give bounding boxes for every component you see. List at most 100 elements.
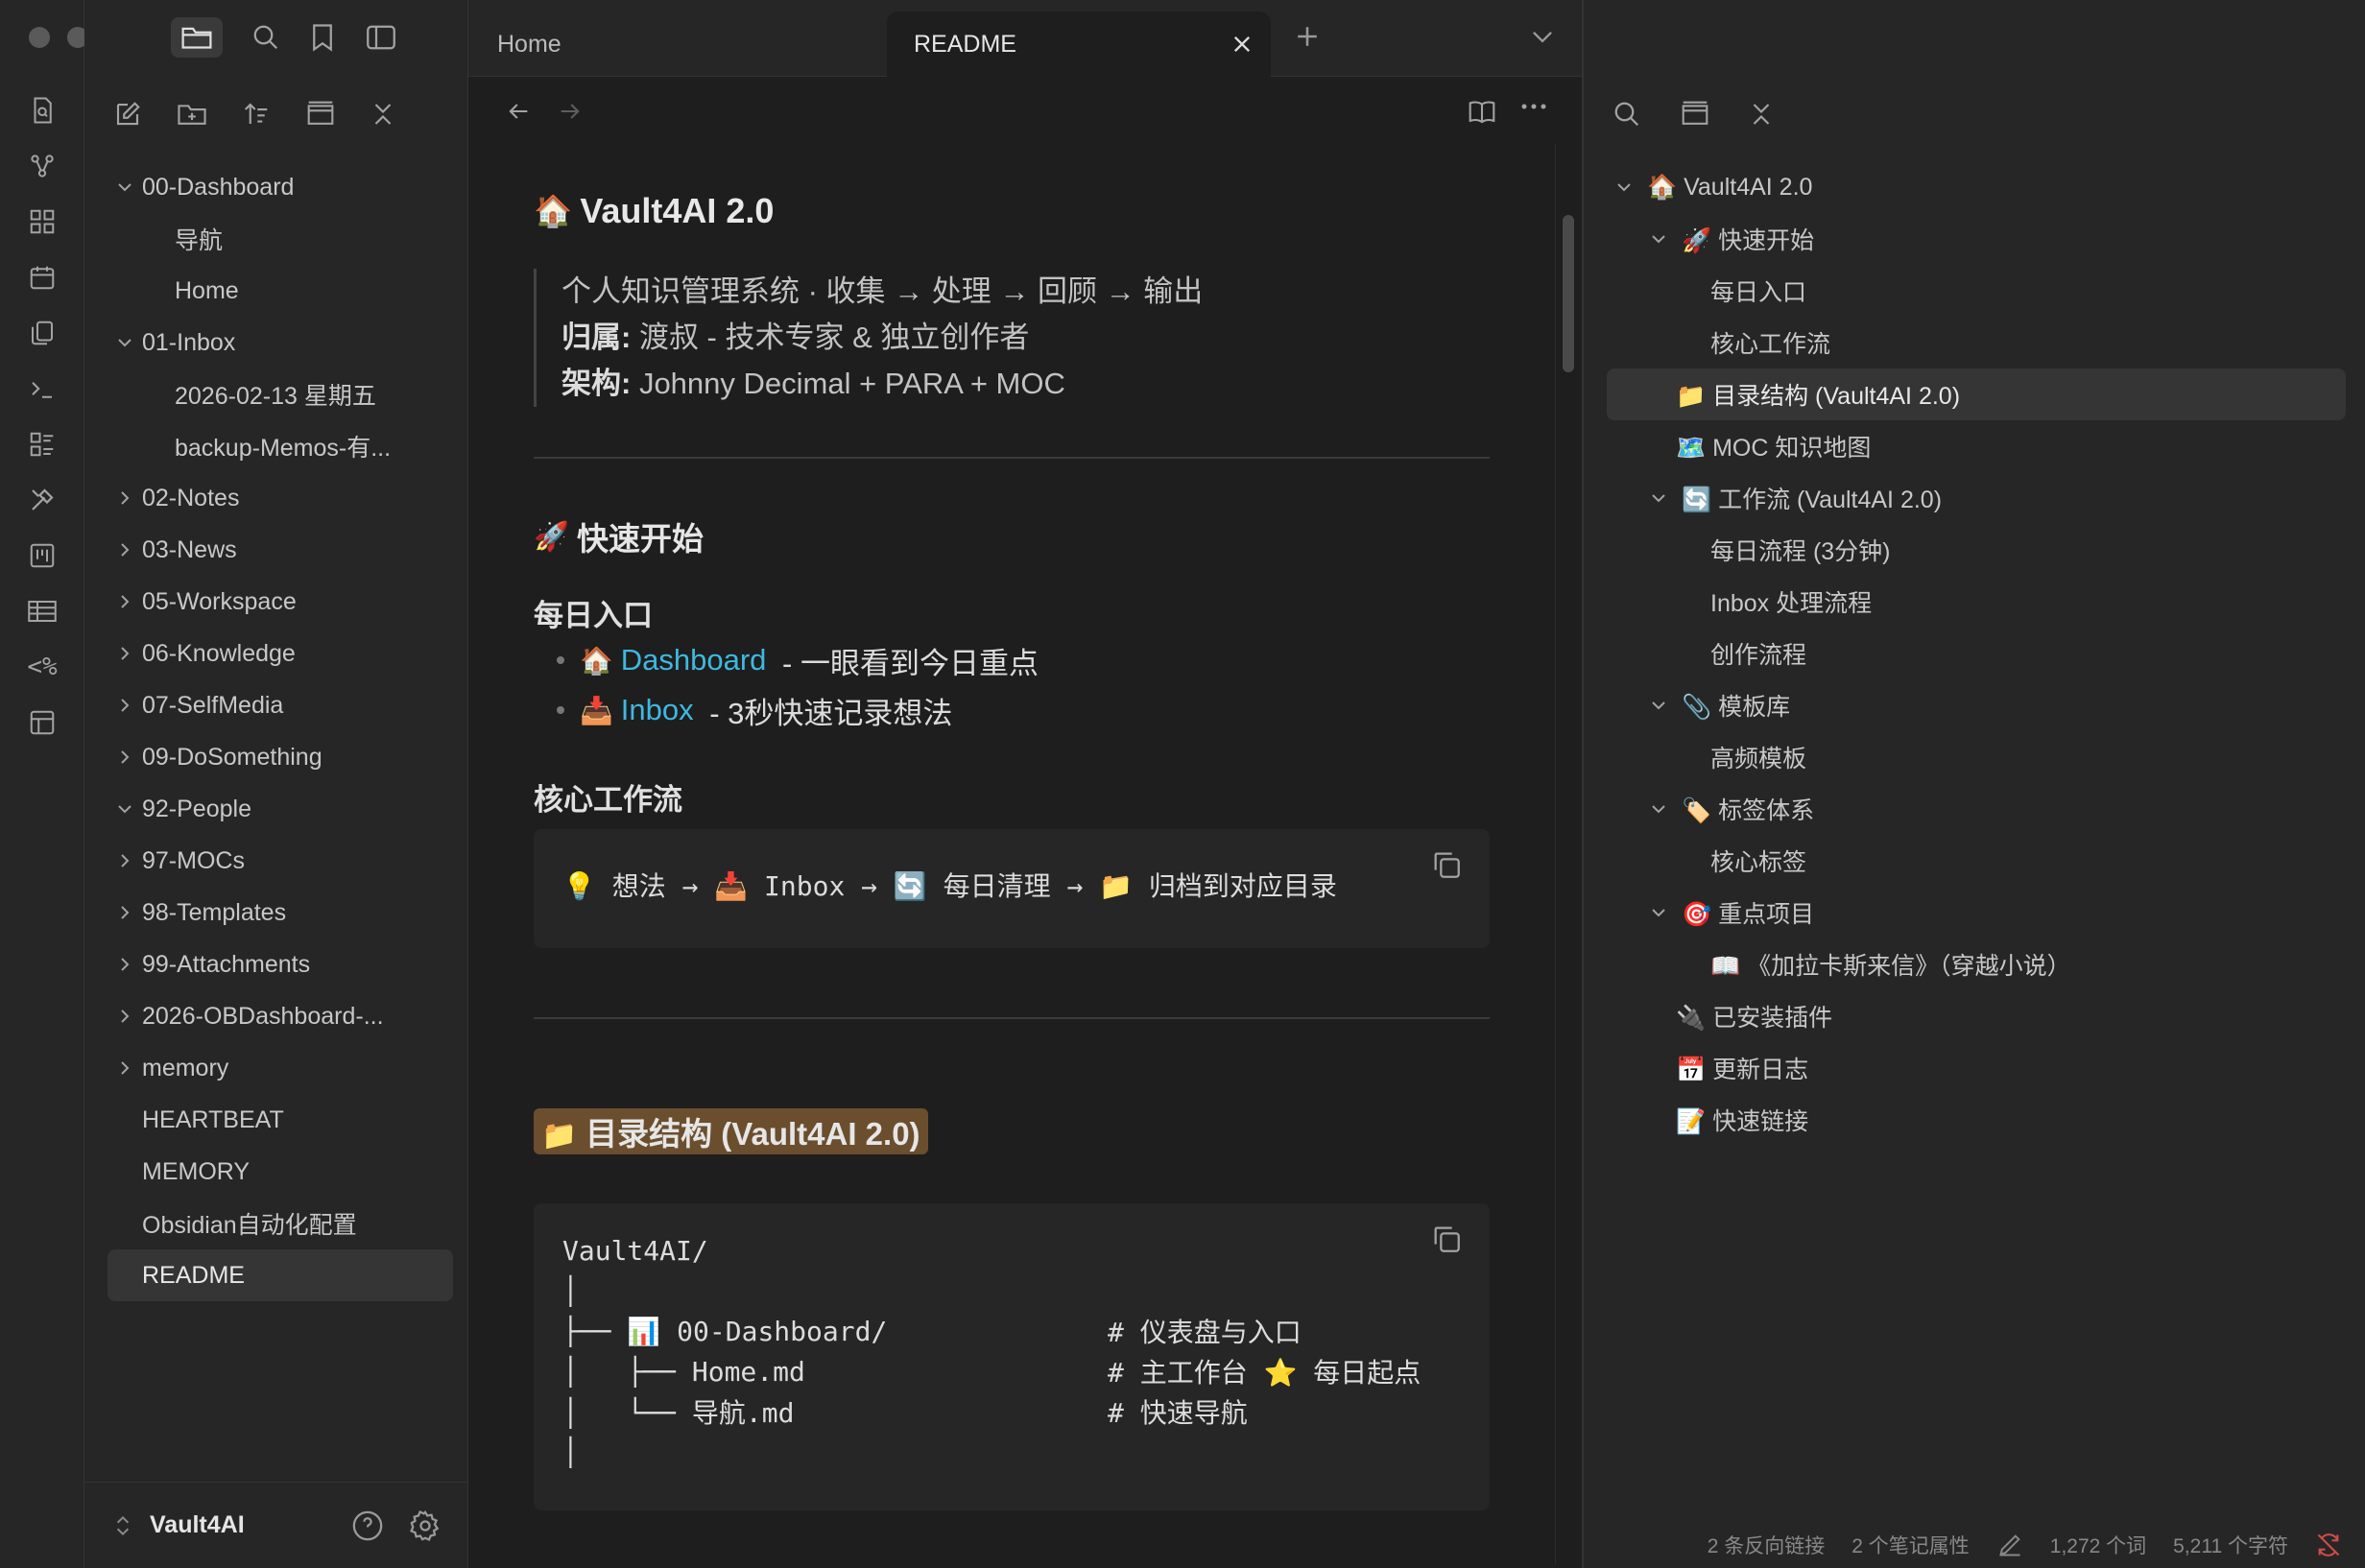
backlinks-count[interactable]: 2 条反向链接 (1708, 1531, 1826, 1559)
outline-heading-item[interactable]: 🚀 快速开始 (1607, 213, 2346, 265)
chevron-down-icon[interactable] (1641, 799, 1676, 819)
folder-item[interactable]: 00-Dashboard (108, 161, 453, 213)
sort-icon[interactable] (242, 100, 271, 129)
file-item[interactable]: 导航 (108, 213, 453, 265)
chevron-down-icon[interactable] (1641, 903, 1676, 922)
tab-home[interactable]: Home (497, 12, 910, 77)
settings-gear-icon[interactable] (409, 1509, 442, 1542)
chevron-right-icon[interactable] (108, 903, 142, 922)
tools-icon[interactable] (28, 486, 57, 514)
chevron-right-icon[interactable] (108, 851, 142, 870)
folder-item[interactable]: 06-Knowledge (108, 628, 453, 679)
sync-off-icon[interactable] (2315, 1532, 2342, 1558)
bookmark-icon[interactable] (309, 23, 336, 52)
graph-view-icon[interactable] (28, 152, 57, 180)
search-icon[interactable] (251, 23, 280, 52)
help-icon[interactable] (351, 1509, 384, 1542)
file-item[interactable]: Home (108, 265, 453, 317)
layout-icon[interactable] (28, 708, 57, 737)
kanban-icon[interactable] (28, 541, 57, 570)
close-window-button[interactable] (29, 27, 50, 48)
list-icon[interactable] (28, 430, 57, 459)
outline-heading-item[interactable]: 🔌 已安装插件 (1607, 990, 2346, 1042)
close-x-icon[interactable] (370, 100, 395, 129)
copy-icon[interactable] (1430, 848, 1463, 881)
chevron-down-icon[interactable] (1607, 178, 1641, 197)
outline-heading-item[interactable]: 🏷️ 标签体系 (1607, 783, 2346, 835)
file-item[interactable]: HEARTBEAT (108, 1094, 453, 1146)
search-icon[interactable] (1612, 100, 1641, 129)
new-note-icon[interactable] (113, 100, 142, 129)
sidebar-toggle-icon[interactable] (365, 23, 397, 52)
folder-item[interactable]: 98-Templates (108, 887, 453, 938)
canvas-icon[interactable] (28, 207, 57, 236)
folder-item[interactable]: 99-Attachments (108, 938, 453, 990)
outline-heading-item[interactable]: 🗺️ MOC 知识地图 (1607, 420, 2346, 472)
outline-heading-item[interactable]: Inbox 处理流程 (1607, 576, 2346, 628)
file-item[interactable]: MEMORY (108, 1146, 453, 1198)
file-item[interactable]: 2026-02-13 星期五 (108, 368, 453, 420)
chevron-right-icon[interactable] (108, 1007, 142, 1026)
outline-heading-item[interactable]: 📝 快速链接 (1607, 1094, 2346, 1146)
chevron-right-icon[interactable] (108, 644, 142, 663)
folder-item[interactable]: 2026-OBDashboard-... (108, 990, 453, 1042)
folder-item[interactable]: 09-DoSomething (108, 731, 453, 783)
table-icon[interactable] (26, 597, 59, 626)
folder-item[interactable]: 03-News (108, 524, 453, 576)
folder-item[interactable]: 01-Inbox (108, 317, 453, 368)
outline-heading-item[interactable]: 🎯 重点项目 (1607, 887, 2346, 938)
new-folder-icon[interactable] (177, 100, 207, 129)
folder-item[interactable]: 97-MOCs (108, 835, 453, 887)
chevron-updown-icon[interactable] (113, 1513, 132, 1538)
templates-icon[interactable] (28, 319, 57, 347)
forward-arrow-icon[interactable] (557, 98, 584, 125)
chevron-down-icon[interactable] (108, 333, 142, 352)
folder-item[interactable]: 02-Notes (108, 472, 453, 524)
collapse-all-icon[interactable] (1680, 100, 1710, 129)
more-options-icon[interactable] (1520, 102, 1547, 111)
chevron-down-icon[interactable] (1641, 229, 1676, 249)
close-tab-icon[interactable] (1230, 33, 1254, 56)
chevron-right-icon[interactable] (108, 1058, 142, 1078)
file-item[interactable]: backup-Memos-有... (108, 420, 453, 472)
tab-list-chevron-icon[interactable] (1530, 27, 1555, 48)
chevron-down-icon[interactable] (108, 178, 142, 197)
close-x-icon[interactable] (1749, 100, 1774, 129)
chevron-right-icon[interactable] (108, 696, 142, 715)
chevron-right-icon[interactable] (108, 540, 142, 559)
calendar-icon[interactable] (28, 263, 57, 292)
collapse-all-icon[interactable] (305, 100, 336, 129)
percent-icon[interactable]: <% (27, 653, 57, 681)
file-item[interactable]: Obsidian自动化配置 (108, 1198, 453, 1249)
outline-heading-item[interactable]: 每日入口 (1607, 265, 2346, 317)
outline-heading-item[interactable]: 核心标签 (1607, 835, 2346, 887)
outline-heading-item[interactable]: 高频模板 (1607, 731, 2346, 783)
outline-heading-item[interactable]: 📁 目录结构 (Vault4AI 2.0) (1607, 368, 2346, 420)
chevron-down-icon[interactable] (1641, 696, 1676, 715)
chevron-right-icon[interactable] (108, 955, 142, 974)
folder-item[interactable]: 92-People (108, 783, 453, 835)
folder-item[interactable]: memory (108, 1042, 453, 1094)
folder-item[interactable]: 05-Workspace (108, 576, 453, 628)
folder-item[interactable]: 07-SelfMedia (108, 679, 453, 731)
reading-view-icon[interactable] (1467, 98, 1497, 125)
outline-heading-item[interactable]: 🏠 Vault4AI 2.0 (1607, 161, 2346, 213)
chevron-right-icon[interactable] (108, 488, 142, 508)
chevron-right-icon[interactable] (108, 592, 142, 611)
inbox-link[interactable]: Inbox (621, 693, 694, 727)
back-arrow-icon[interactable] (505, 98, 532, 125)
edit-pencil-icon[interactable] (1996, 1532, 2023, 1558)
quick-switcher-icon[interactable] (28, 96, 57, 125)
outline-heading-item[interactable]: 📎 模板库 (1607, 679, 2346, 731)
new-tab-icon[interactable] (1294, 23, 1321, 50)
file-item[interactable]: README (108, 1249, 453, 1301)
outline-heading-item[interactable]: 核心工作流 (1607, 317, 2346, 368)
outline-heading-item[interactable]: 📅 更新日志 (1607, 1042, 2346, 1094)
tab-readme[interactable]: README (887, 12, 1271, 77)
terminal-icon[interactable] (28, 374, 57, 403)
outline-heading-item[interactable]: 🔄 工作流 (Vault4AI 2.0) (1607, 472, 2346, 524)
outline-heading-item[interactable]: 每日流程 (3分钟) (1607, 524, 2346, 576)
vault-switcher[interactable]: Vault4AI (84, 1482, 468, 1568)
chevron-down-icon[interactable] (108, 799, 142, 819)
chevron-right-icon[interactable] (108, 748, 142, 767)
